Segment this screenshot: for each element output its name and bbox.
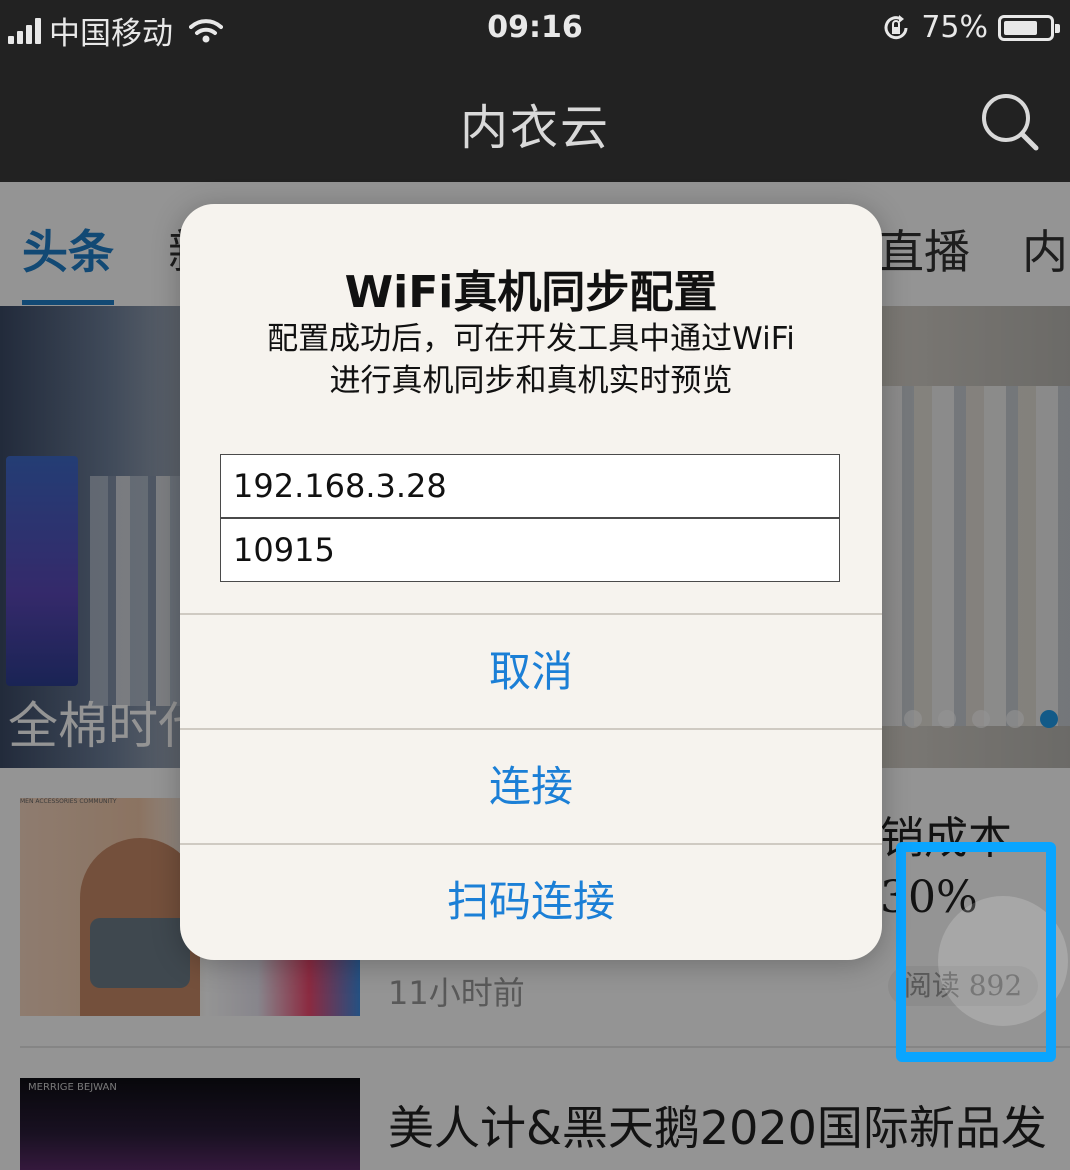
battery-icon bbox=[998, 14, 1060, 41]
battery-percent: 75% bbox=[921, 10, 988, 45]
page-title: 内衣云 bbox=[459, 100, 610, 156]
navigation-bar: 内衣云 bbox=[0, 60, 1070, 182]
rotation-lock-icon bbox=[884, 14, 908, 39]
connect-button[interactable]: 连接 bbox=[180, 730, 882, 843]
wifi-sync-dialog: WiFi真机同步配置 配置成功后，可在开发工具中通过WiFi 进行真机同步和真机… bbox=[180, 204, 882, 960]
status-bar: 中国移动 09:16 75% bbox=[0, 0, 1070, 60]
scan-connect-button[interactable]: 扫码连接 bbox=[180, 845, 882, 958]
status-right: 75% bbox=[881, 10, 1060, 45]
highlight-box bbox=[896, 842, 1056, 1062]
port-field[interactable]: 10915 bbox=[220, 518, 840, 582]
ip-address-field[interactable]: 192.168.3.28 bbox=[220, 454, 840, 518]
search-icon[interactable] bbox=[978, 90, 1042, 154]
dialog-message-line1: 配置成功后，可在开发工具中通过WiFi bbox=[267, 321, 795, 357]
dialog-message-line2: 进行真机同步和真机实时预览 bbox=[329, 363, 733, 399]
dialog-message: 配置成功后，可在开发工具中通过WiFi 进行真机同步和真机实时预览 bbox=[210, 318, 852, 402]
cancel-button[interactable]: 取消 bbox=[180, 615, 882, 728]
dialog-title: WiFi真机同步配置 bbox=[344, 267, 718, 318]
